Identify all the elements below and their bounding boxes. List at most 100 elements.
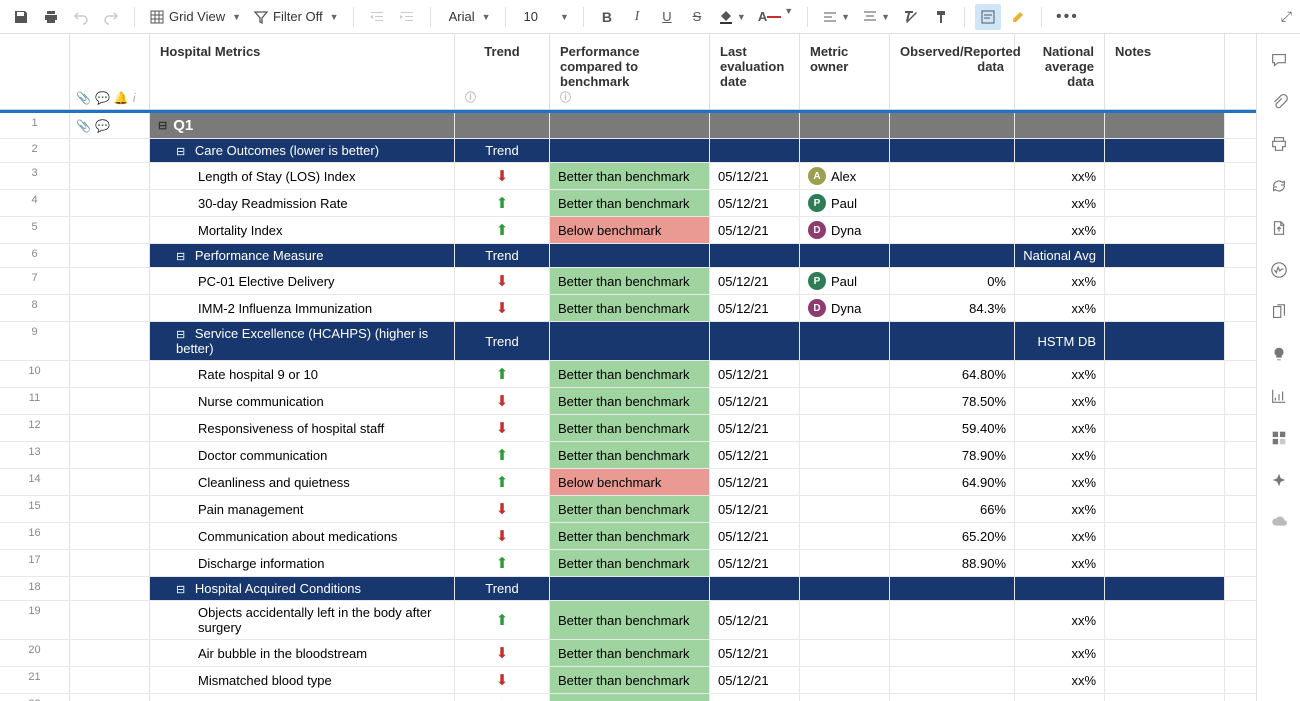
- table-row[interactable]: 19Objects accidentally left in the body …: [0, 601, 1256, 640]
- row-attachments[interactable]: [70, 295, 150, 321]
- row-number[interactable]: 3: [0, 163, 70, 189]
- filter-button[interactable]: Filter Off ▼: [249, 4, 343, 30]
- col-head-metrics[interactable]: Hospital Metrics: [150, 34, 455, 109]
- row-number[interactable]: 12: [0, 415, 70, 441]
- metric-name[interactable]: Communication about medications: [150, 523, 455, 549]
- highlight-button[interactable]: [1005, 4, 1031, 30]
- row-number[interactable]: 8: [0, 295, 70, 321]
- row-number[interactable]: 10: [0, 361, 70, 387]
- row-number[interactable]: 18: [0, 577, 70, 600]
- table-row[interactable]: 9⊟ Service Excellence (HCAHPS) (higher i…: [0, 322, 1256, 361]
- italic-button[interactable]: I: [624, 4, 650, 30]
- table-row[interactable]: 3Length of Stay (LOS) Index⬇Better than …: [0, 163, 1256, 190]
- row-attachments[interactable]: [70, 550, 150, 576]
- underline-button[interactable]: U: [654, 4, 680, 30]
- row-number[interactable]: 4: [0, 190, 70, 216]
- metric-name[interactable]: Severe Pressure Sores: [150, 694, 455, 701]
- sparkle-icon[interactable]: [1269, 470, 1289, 490]
- indent-button[interactable]: [394, 4, 420, 30]
- row-number[interactable]: 1: [0, 113, 70, 138]
- fill-color-button[interactable]: ▼: [714, 4, 750, 30]
- section-header[interactable]: ⊟ Performance Measure: [150, 244, 455, 267]
- row-attachments[interactable]: 📎💬: [70, 113, 150, 138]
- row-attachments[interactable]: [70, 496, 150, 522]
- collapse-icon[interactable]: ⊟: [176, 584, 185, 596]
- row-number[interactable]: 13: [0, 442, 70, 468]
- valign-button[interactable]: ▼: [858, 4, 894, 30]
- row-number[interactable]: 11: [0, 388, 70, 414]
- metric-name[interactable]: Air bubble in the bloodstream: [150, 640, 455, 666]
- strike-button[interactable]: S: [684, 4, 710, 30]
- dashboard-icon[interactable]: [1269, 428, 1289, 448]
- col-head-notes[interactable]: Notes: [1105, 34, 1225, 109]
- font-select[interactable]: Arial▼: [441, 4, 495, 30]
- row-attachments[interactable]: [70, 577, 150, 600]
- row-attachments[interactable]: [70, 523, 150, 549]
- export-icon[interactable]: [1269, 218, 1289, 238]
- collapse-icon[interactable]: ⊟: [158, 119, 167, 132]
- attachments-icon[interactable]: [1269, 92, 1289, 112]
- collapse-icon[interactable]: ⊟: [176, 329, 185, 341]
- table-row[interactable]: 10Rate hospital 9 or 10⬆Better than benc…: [0, 361, 1256, 388]
- table-row[interactable]: 11Nurse communication⬇Better than benchm…: [0, 388, 1256, 415]
- table-row[interactable]: 8IMM-2 Influenza Immunization⬇Better tha…: [0, 295, 1256, 322]
- row-attachments[interactable]: [70, 361, 150, 387]
- metric-name[interactable]: Doctor communication: [150, 442, 455, 468]
- row-attachments[interactable]: [70, 163, 150, 189]
- gridview-button[interactable]: Grid View ▼: [145, 4, 245, 30]
- col-head-perf[interactable]: Performance compared to benchmarkⓘ: [550, 34, 710, 109]
- metric-name[interactable]: 30-day Readmission Rate: [150, 190, 455, 216]
- row-number[interactable]: 2: [0, 139, 70, 162]
- table-row[interactable]: 20Air bubble in the bloodstream⬇Better t…: [0, 640, 1256, 667]
- table-row[interactable]: 5Mortality Index⬆Below benchmark05/12/21…: [0, 217, 1256, 244]
- col-head-owner[interactable]: Metric owner: [800, 34, 890, 109]
- metric-name[interactable]: Cleanliness and quietness: [150, 469, 455, 495]
- metric-name[interactable]: Mortality Index: [150, 217, 455, 243]
- row-attachments[interactable]: [70, 667, 150, 693]
- metric-name[interactable]: Rate hospital 9 or 10: [150, 361, 455, 387]
- row-attachments[interactable]: [70, 322, 150, 360]
- sheet[interactable]: 📎 💬 🔔 i Hospital Metrics Trendⓘ Performa…: [0, 34, 1256, 701]
- table-row[interactable]: 21Mismatched blood type⬇Better than benc…: [0, 667, 1256, 694]
- table-row[interactable]: 1📎💬⊟ Q1: [0, 113, 1256, 139]
- section-header[interactable]: ⊟ Service Excellence (HCAHPS) (higher is…: [150, 322, 455, 360]
- metric-name[interactable]: IMM-2 Influenza Immunization: [150, 295, 455, 321]
- print-icon[interactable]: [1269, 134, 1289, 154]
- row-attachments[interactable]: [70, 217, 150, 243]
- table-row[interactable]: 15Pain management⬇Better than benchmark0…: [0, 496, 1256, 523]
- row-number[interactable]: 7: [0, 268, 70, 294]
- col-head-nat[interactable]: National average data: [1015, 34, 1105, 109]
- copy-icon[interactable]: [1269, 302, 1289, 322]
- metric-name[interactable]: Responsiveness of hospital staff: [150, 415, 455, 441]
- metric-name[interactable]: Discharge information: [150, 550, 455, 576]
- row-attachments[interactable]: [70, 139, 150, 162]
- wrap-button[interactable]: [975, 4, 1001, 30]
- row-number[interactable]: 21: [0, 667, 70, 693]
- chart-icon[interactable]: [1269, 386, 1289, 406]
- row-number[interactable]: 22: [0, 694, 70, 701]
- outdent-button[interactable]: [364, 4, 390, 30]
- section-header[interactable]: ⊟ Hospital Acquired Conditions: [150, 577, 455, 600]
- row-number[interactable]: 5: [0, 217, 70, 243]
- clear-format-button[interactable]: [898, 4, 924, 30]
- fontsize-select[interactable]: 10▼: [516, 4, 573, 30]
- comments-icon[interactable]: [1269, 50, 1289, 70]
- row-number[interactable]: 17: [0, 550, 70, 576]
- ideas-icon[interactable]: [1269, 344, 1289, 364]
- metric-name[interactable]: PC-01 Elective Delivery: [150, 268, 455, 294]
- row-attachments[interactable]: [70, 268, 150, 294]
- more-button[interactable]: •••: [1052, 4, 1083, 30]
- refresh-icon[interactable]: [1269, 176, 1289, 196]
- row-number[interactable]: 6: [0, 244, 70, 267]
- text-color-button[interactable]: A▼: [754, 4, 797, 30]
- table-row[interactable]: 430-day Readmission Rate⬆Better than ben…: [0, 190, 1256, 217]
- table-row[interactable]: 14Cleanliness and quietness⬆Below benchm…: [0, 469, 1256, 496]
- row-attachments[interactable]: [70, 244, 150, 267]
- table-row[interactable]: 6⊟ Performance MeasureTrendNational Avg: [0, 244, 1256, 268]
- row-attachments[interactable]: [70, 190, 150, 216]
- row-number[interactable]: 20: [0, 640, 70, 666]
- metric-name[interactable]: Mismatched blood type: [150, 667, 455, 693]
- row-attachments[interactable]: [70, 442, 150, 468]
- metric-name[interactable]: Nurse communication: [150, 388, 455, 414]
- row-attachments[interactable]: [70, 601, 150, 639]
